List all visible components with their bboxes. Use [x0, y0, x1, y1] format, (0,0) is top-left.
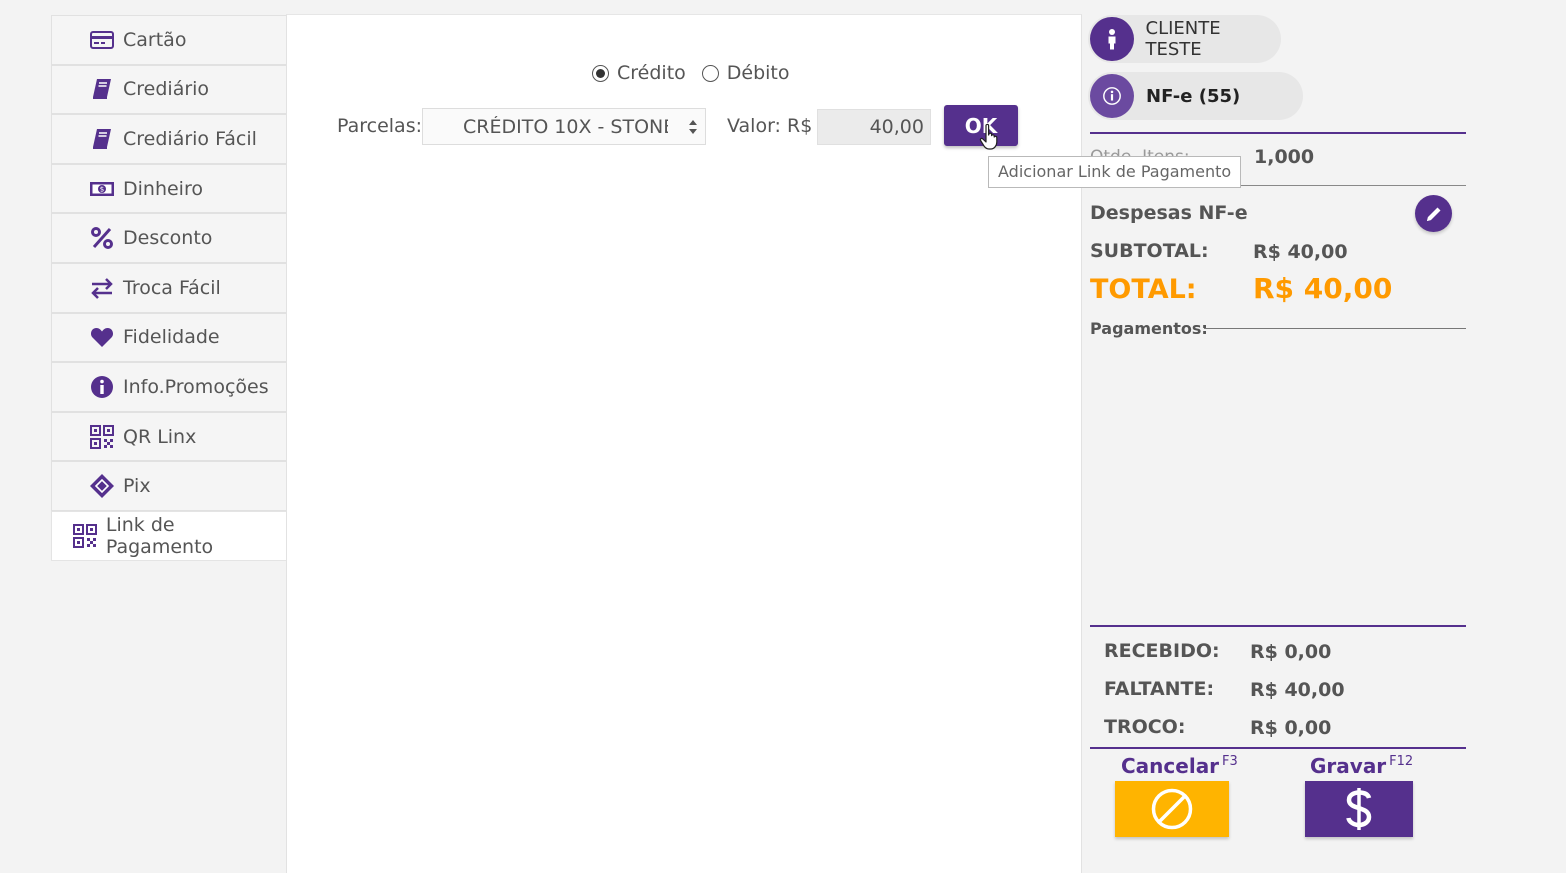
- divider: [1090, 132, 1466, 134]
- qrcode-icon: [72, 523, 98, 548]
- amount-label: Valor: R$: [727, 115, 813, 137]
- remaining-label: FALTANTE:: [1104, 678, 1215, 700]
- client-name: CLIENTE TESTE: [1145, 18, 1221, 60]
- divider: [1090, 747, 1466, 749]
- percent-icon: [89, 226, 115, 250]
- cancel-shortcut: F3: [1222, 754, 1238, 769]
- cancel-button[interactable]: [1115, 781, 1229, 837]
- remaining-value: R$ 40,00: [1250, 679, 1345, 701]
- sidebar-item-label: QR Linx: [123, 425, 197, 448]
- sidebar-item-label: Cartão: [123, 28, 187, 51]
- sidebar-item-desconto[interactable]: Desconto: [51, 213, 287, 263]
- change-value: R$ 0,00: [1250, 717, 1332, 739]
- sidebar-item-label: Crediário: [123, 78, 210, 101]
- installments-label: Parcelas:: [337, 115, 422, 137]
- sidebar-item-troca-facil[interactable]: Troca Fácil: [51, 262, 287, 313]
- save-shortcut: F12: [1389, 754, 1414, 769]
- person-icon: [1090, 17, 1134, 61]
- hand-pointer-cursor-icon: [979, 123, 998, 150]
- amount-input[interactable]: 40,00: [817, 109, 931, 145]
- book-icon: [89, 77, 115, 101]
- divider: [1090, 625, 1466, 627]
- sidebar-item-label: Crediário Fácil: [123, 127, 257, 150]
- sidebar-item-cartao[interactable]: Cartão: [51, 15, 287, 65]
- qty-value: 1,000: [1254, 146, 1315, 168]
- sidebar-item-crediario[interactable]: Crediário: [51, 64, 287, 115]
- payment-link-panel: Crédito Débito Parcelas: CRÉDITO 10X - S…: [286, 14, 1242, 873]
- subtotal-label: SUBTOTAL:: [1090, 240, 1209, 262]
- cancel-label: Cancelar F3: [1121, 754, 1238, 778]
- sidebar-item-label: Pix: [123, 475, 151, 498]
- radio-debito-label: Débito: [726, 62, 790, 84]
- qrcode-icon: [89, 424, 115, 449]
- document-type-label: NF-e (55): [1146, 85, 1241, 107]
- received-value: R$ 0,00: [1250, 641, 1332, 663]
- payments-label: Pagamentos:: [1090, 319, 1208, 338]
- sidebar-item-info-promocoes[interactable]: Info.Promoções: [51, 362, 287, 412]
- pix-icon: [89, 474, 115, 499]
- payments-divider: [1204, 328, 1466, 329]
- installments-select-value: CRÉDITO 10X - STONE: [463, 115, 668, 138]
- radio-debito-indicator[interactable]: [701, 64, 719, 82]
- received-label: RECEBIDO:: [1104, 640, 1220, 662]
- sidebar-item-fidelidade[interactable]: Fidelidade: [51, 312, 287, 363]
- heart-icon: [89, 325, 115, 349]
- sidebar-item-label: Troca Fácil: [123, 276, 221, 299]
- sidebar-item-dinheiro[interactable]: $ Dinheiro: [51, 163, 287, 214]
- payment-method-sidebar: Cartão Crediário Crediário Fácil $ Dinhe…: [51, 15, 287, 561]
- save-button[interactable]: [1305, 781, 1413, 837]
- money-icon: $: [89, 177, 115, 201]
- radio-credito[interactable]: Crédito: [592, 62, 686, 84]
- sidebar-item-pix[interactable]: Pix: [51, 461, 287, 511]
- info-icon: [89, 375, 115, 399]
- sidebar-item-qr-linx[interactable]: QR Linx: [51, 411, 287, 462]
- pencil-icon: [1426, 207, 1440, 221]
- sidebar-item-label: Dinheiro: [123, 177, 203, 200]
- client-button[interactable]: CLIENTE TESTE: [1088, 15, 1281, 63]
- book-icon: [89, 127, 115, 151]
- save-label: Gravar F12: [1310, 754, 1414, 778]
- dollar-icon: [1346, 788, 1372, 830]
- ban-icon: [1151, 788, 1193, 830]
- document-type-button[interactable]: NF-e (55): [1088, 72, 1303, 120]
- sidebar-item-label: Info.Promoções: [123, 375, 269, 398]
- subtotal-value: R$ 40,00: [1253, 241, 1348, 263]
- credit-card-icon: [89, 28, 115, 52]
- total-label: TOTAL:: [1090, 274, 1197, 305]
- radio-credito-indicator[interactable]: [592, 64, 609, 82]
- sidebar-item-link-de-pagamento[interactable]: Link de Pagamento: [51, 510, 287, 561]
- radio-credito-label: Crédito: [617, 62, 686, 84]
- sidebar-item-label: Link de Pagamento: [105, 513, 214, 558]
- payment-type-radios: Crédito Débito: [592, 62, 806, 84]
- sidebar-item-label: Fidelidade: [123, 326, 220, 349]
- edit-expenses-button[interactable]: [1415, 195, 1452, 232]
- svg-text:$: $: [100, 185, 104, 193]
- sale-summary-panel: CLIENTE TESTE NF-e (55) Qtde. Itens: 1,0…: [1082, 0, 1566, 873]
- installments-select[interactable]: CRÉDITO 10X - STONE: [422, 108, 706, 145]
- info-icon: [1090, 74, 1134, 118]
- sidebar-item-label: Desconto: [123, 227, 213, 250]
- select-arrows-icon: [689, 120, 697, 134]
- ok-button-tooltip: Adicionar Link de Pagamento: [988, 156, 1242, 188]
- change-label: TROCO:: [1104, 716, 1186, 738]
- expenses-label: Despesas NF-e: [1090, 202, 1248, 224]
- radio-debito[interactable]: Débito: [701, 62, 790, 84]
- exchange-icon: [89, 276, 115, 300]
- total-value: R$ 40,00: [1253, 272, 1393, 305]
- sidebar-item-crediario-facil[interactable]: Crediário Fácil: [51, 114, 287, 164]
